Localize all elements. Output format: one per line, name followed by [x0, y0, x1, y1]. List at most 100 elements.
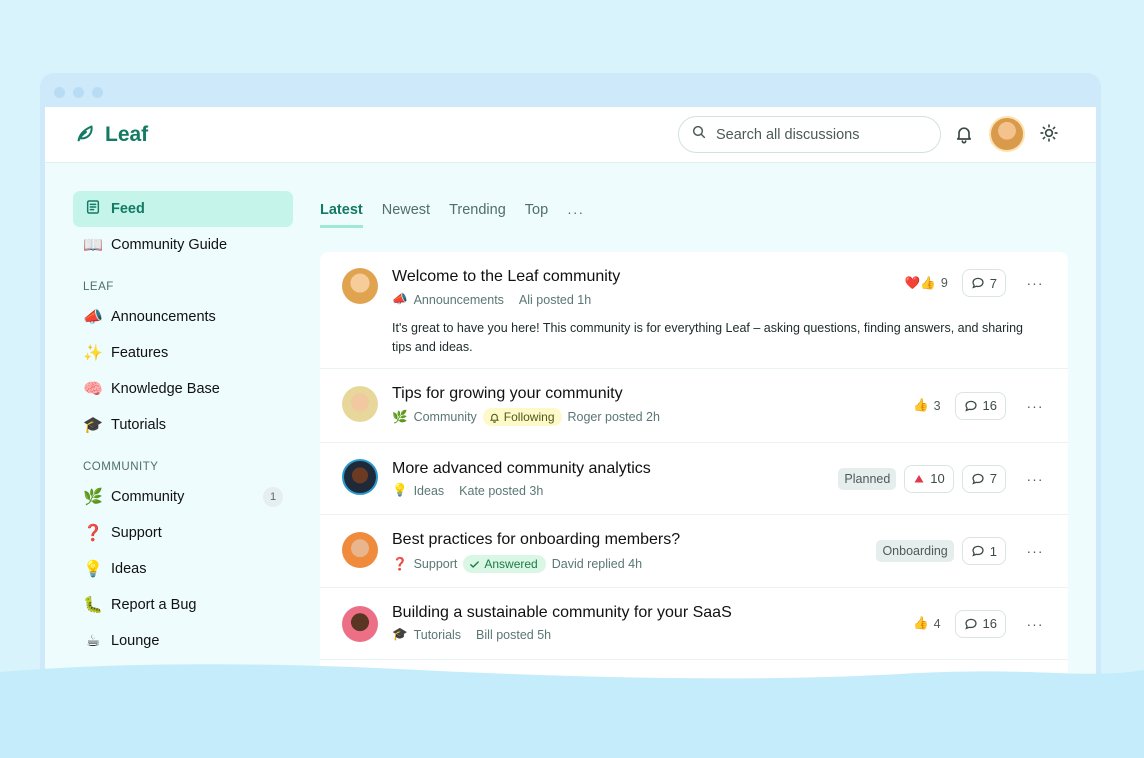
feed-icon: [83, 199, 103, 220]
tab-top[interactable]: Top: [525, 202, 548, 228]
unread-count-badge: 1: [263, 487, 283, 507]
bug-icon: 🐛: [83, 597, 103, 614]
tab-latest[interactable]: Latest: [320, 202, 363, 228]
question-mark-icon: ❓: [392, 556, 408, 571]
post-item[interactable]: Tips for growing your community 🌿 Commun…: [320, 369, 1068, 443]
reactions[interactable]: 👍 4: [913, 616, 941, 631]
tab-trending[interactable]: Trending: [449, 202, 506, 228]
bell-icon[interactable]: [954, 124, 974, 149]
more-options-button[interactable]: ···: [1022, 616, 1048, 632]
post-category[interactable]: Support: [414, 557, 458, 571]
section-label-leaf: LEAF: [83, 281, 114, 293]
post-byline: Bill posted 5h: [476, 627, 552, 642]
post-category[interactable]: Ideas: [414, 484, 445, 498]
post-title[interactable]: Welcome to the Leaf community: [392, 268, 620, 286]
leaf-icon: [75, 121, 97, 148]
upvote-triangle-icon: [914, 474, 924, 482]
more-options-button[interactable]: ···: [1022, 398, 1048, 414]
post-meta: ❓ Support Answered David replied 4h: [392, 555, 642, 573]
post-meta: 💡 Ideas Kate posted 3h: [392, 483, 543, 498]
bell-icon: [489, 413, 499, 423]
sidebar-item-announcements[interactable]: 📣 Announcements: [73, 299, 293, 335]
author-avatar[interactable]: [342, 532, 378, 568]
post-category[interactable]: Announcements: [414, 293, 504, 307]
post-actions: Planned 10 7 ···: [838, 443, 1048, 514]
post-meta: 🎓 Tutorials Bill posted 5h: [392, 627, 551, 642]
background-wave: [0, 664, 1144, 758]
answered-badge[interactable]: Answered: [463, 555, 546, 573]
sidebar-item-label: Community Guide: [111, 237, 228, 253]
herb-icon: 🌿: [392, 409, 408, 424]
thumbs-up-icon: 👍: [913, 398, 929, 412]
upvote-button[interactable]: 10: [904, 464, 954, 493]
post-excerpt: It's great to have you here! This commun…: [392, 321, 1023, 354]
following-badge[interactable]: Following: [482, 408, 562, 426]
sidebar-item-report-a-bug[interactable]: 🐛 Report a Bug: [73, 587, 293, 623]
comment-icon: [972, 545, 984, 557]
sidebar-item-support[interactable]: ❓ Support: [73, 515, 293, 551]
app-name: Leaf: [105, 122, 149, 146]
post-category[interactable]: Community: [414, 410, 477, 424]
app-content: Leaf Search all discussions Feed 📖 Commu…: [45, 107, 1096, 713]
post-title[interactable]: Best practices for onboarding members?: [392, 531, 680, 549]
post-byline: David replied 4h: [551, 557, 643, 571]
reactions[interactable]: ❤️👍 9: [905, 276, 948, 291]
author-avatar[interactable]: [342, 606, 378, 642]
status-tag[interactable]: Onboarding: [876, 540, 954, 562]
tabs-more-button[interactable]: ···: [567, 204, 584, 227]
book-icon: 📖: [83, 237, 103, 254]
post-title[interactable]: Building a sustainable community for you…: [392, 604, 732, 622]
post-title[interactable]: Tips for growing your community: [392, 385, 623, 403]
status-tag[interactable]: Planned: [838, 467, 897, 490]
sidebar-item-features[interactable]: ✨ Features: [73, 335, 293, 371]
user-avatar[interactable]: [989, 116, 1025, 152]
feed-tabs: Latest Newest Trending Top ···: [320, 202, 584, 228]
comments-button[interactable]: 1: [961, 537, 1006, 565]
badge-label: Following: [503, 410, 555, 424]
window-dot[interactable]: [54, 87, 65, 98]
post-actions: 👍 3 16 ···: [913, 369, 1048, 442]
sidebar-item-community[interactable]: 🌿 Community 1: [73, 479, 293, 515]
author-avatar[interactable]: [342, 386, 378, 422]
post-byline: Roger posted 2h: [567, 410, 660, 424]
comments-button[interactable]: 7: [961, 269, 1006, 297]
sidebar-item-lounge[interactable]: ☕ Lounge: [73, 623, 293, 659]
post-item[interactable]: Welcome to the Leaf community 📣 Announce…: [320, 252, 1068, 369]
logo[interactable]: Leaf: [75, 121, 148, 148]
post-item[interactable]: Best practices for onboarding members? ❓…: [320, 515, 1068, 588]
author-avatar[interactable]: [342, 459, 378, 495]
comments-button[interactable]: 16: [954, 609, 1006, 638]
sidebar-item-tutorials[interactable]: 🎓 Tutorials: [73, 407, 293, 443]
tab-newest[interactable]: Newest: [382, 202, 430, 228]
comments-button[interactable]: 16: [954, 391, 1006, 420]
more-options-button[interactable]: ···: [1022, 275, 1048, 291]
herb-icon: 🌿: [83, 489, 103, 506]
post-actions: 👍 4 16 ···: [913, 588, 1048, 659]
brain-icon: 🧠: [83, 381, 103, 398]
post-item[interactable]: Building a sustainable community for you…: [320, 588, 1068, 660]
post-actions: ❤️👍 9 7 ···: [905, 252, 1048, 314]
sidebar-item-feed[interactable]: Feed: [73, 191, 293, 227]
sidebar-item-label: Lounge: [111, 633, 160, 649]
more-options-button[interactable]: ···: [1022, 543, 1048, 559]
author-avatar[interactable]: [342, 268, 378, 304]
sun-icon[interactable]: [1039, 123, 1059, 148]
reaction-count: 4: [933, 616, 941, 631]
window-controls: [54, 87, 103, 98]
window-dot[interactable]: [73, 87, 84, 98]
post-category[interactable]: Tutorials: [414, 628, 461, 642]
sidebar-item-knowledge-base[interactable]: 🧠 Knowledge Base: [73, 371, 293, 407]
sidebar-item-ideas[interactable]: 💡 Ideas: [73, 551, 293, 587]
sidebar-item-community-guide[interactable]: 📖 Community Guide: [73, 227, 293, 263]
post-title[interactable]: More advanced community analytics: [392, 460, 651, 478]
comment-count: 1: [989, 543, 997, 559]
comment-icon: [964, 618, 977, 629]
window-dot[interactable]: [92, 87, 103, 98]
post-item[interactable]: More advanced community analytics 💡 Idea…: [320, 443, 1068, 515]
more-options-button[interactable]: ···: [1022, 471, 1048, 487]
search-input[interactable]: Search all discussions: [678, 116, 941, 153]
graduation-cap-icon: 🎓: [83, 417, 103, 434]
comments-button[interactable]: 7: [961, 464, 1006, 493]
reactions[interactable]: 👍 3: [913, 398, 941, 413]
post-list: Welcome to the Leaf community 📣 Announce…: [320, 252, 1068, 713]
